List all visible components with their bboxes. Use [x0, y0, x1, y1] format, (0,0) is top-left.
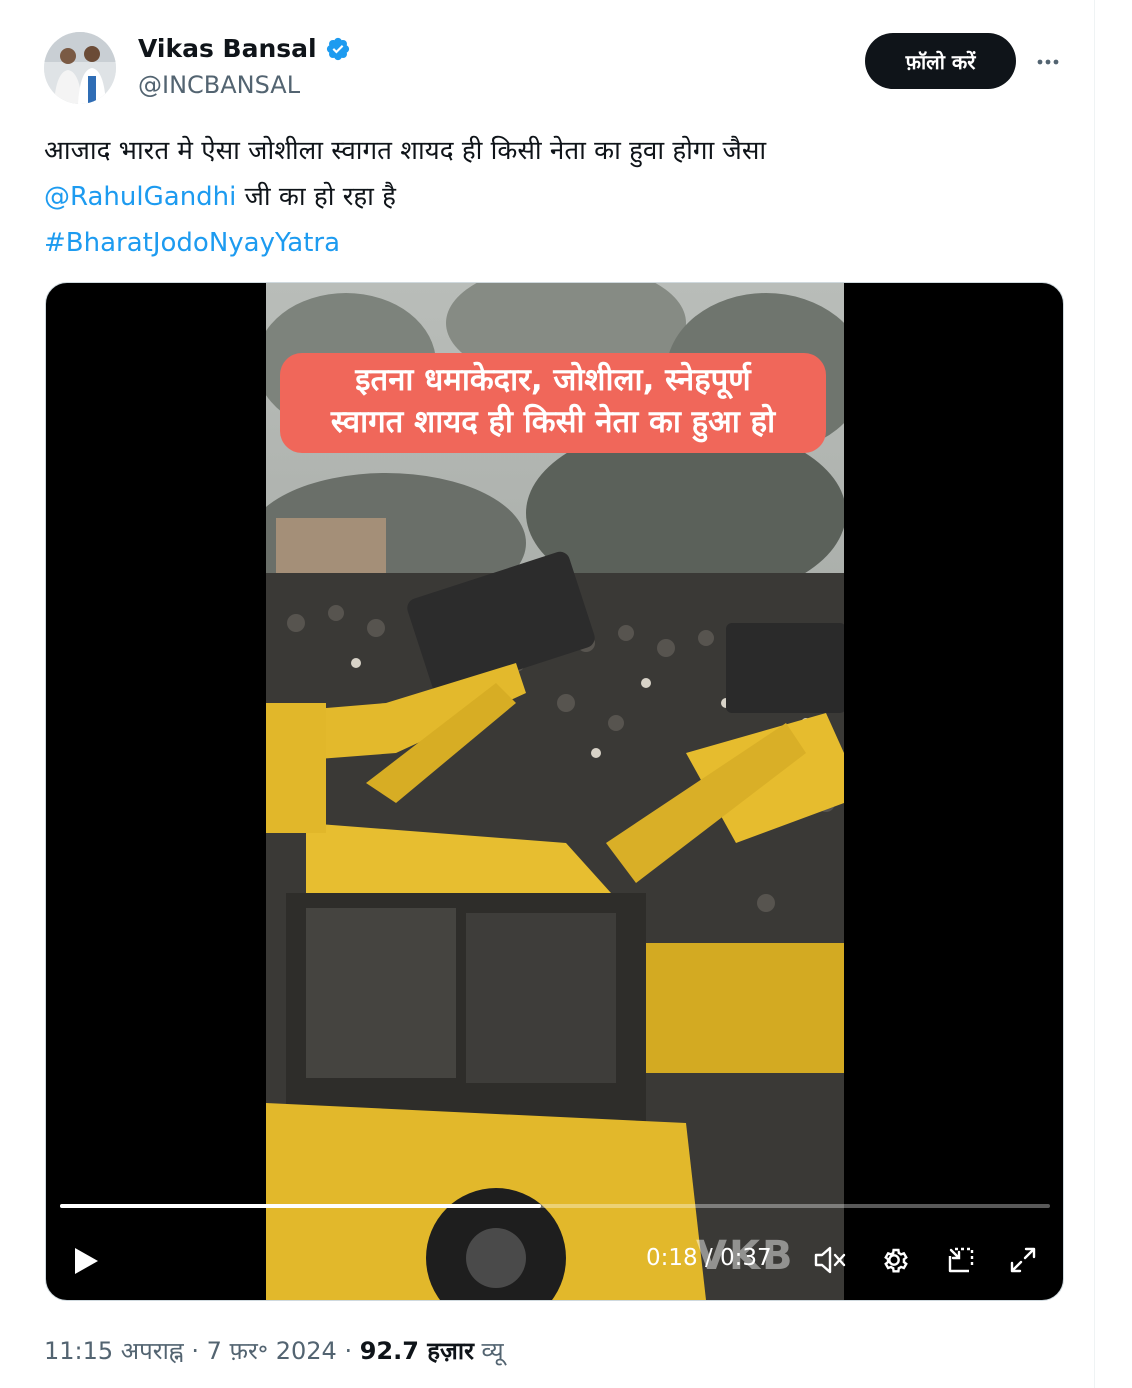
views-count: 92.7 हज़ार: [359, 1337, 474, 1365]
pip-icon: [948, 1247, 974, 1273]
fullscreen-button[interactable]: [1001, 1238, 1045, 1282]
video-caption-text: इतना धमाकेदार, जोशीला, स्नेहपूर्ण स्वागत…: [280, 359, 826, 443]
avatar[interactable]: [44, 32, 116, 104]
play-button[interactable]: [64, 1239, 108, 1283]
more-dots-icon: [1037, 59, 1059, 65]
fullscreen-icon: [1010, 1247, 1036, 1273]
tweet-line-1: आजाद भारत मे ऐसा जोशीला स्वागत शायद ही क…: [44, 136, 767, 166]
picture-in-picture-button[interactable]: [939, 1238, 983, 1282]
author-handle[interactable]: @INCBANSAL: [138, 71, 300, 99]
tweet-card: Vikas Bansal @INCBANSAL फ़ॉलो करें आजाद …: [0, 0, 1095, 1388]
author-name-row[interactable]: Vikas Bansal: [138, 34, 351, 63]
video-frame[interactable]: इतना धमाकेदार, जोशीला, स्नेहपूर्ण स्वागत…: [266, 283, 844, 1300]
meta-separator-1: ·: [191, 1337, 200, 1365]
hashtag-link[interactable]: #BharatJodoNyayYatra: [44, 220, 1054, 266]
more-options-button[interactable]: [1028, 42, 1068, 82]
volume-icon: [814, 1246, 846, 1274]
meta-separator-2: ·: [344, 1337, 353, 1365]
tweet-time[interactable]: 11:15 अपराह्न: [44, 1337, 184, 1365]
caption-line-2: स्वागत शायद ही किसी नेता का हुआ हो: [330, 404, 776, 440]
tweet-line-2-text: जी का हो रहा है: [236, 182, 396, 212]
author-name[interactable]: Vikas Bansal: [138, 34, 317, 63]
settings-icon: [884, 1248, 908, 1273]
tweet-meta: 11:15 अपराह्न · 7 फ़र॰ 2024 · 92.7 हज़ार…: [44, 1334, 504, 1367]
video-progress-fill: [60, 1204, 542, 1208]
verified-badge-icon: [326, 37, 349, 60]
caption-line-1: इतना धमाकेदार, जोशीला, स्नेहपूर्ण: [355, 362, 751, 398]
mention-link[interactable]: @RahulGandhi: [44, 182, 236, 212]
tweet-line-2: @RahulGandhi जी का हो रहा है: [44, 174, 1054, 220]
follow-button[interactable]: फ़ॉलो करें: [865, 33, 1016, 89]
tweet-date[interactable]: 7 फ़र॰ 2024: [207, 1337, 337, 1365]
video-progress-bar[interactable]: [60, 1204, 1050, 1208]
video-player[interactable]: इतना धमाकेदार, जोशीला, स्नेहपूर्ण स्वागत…: [45, 282, 1064, 1301]
settings-button[interactable]: [872, 1238, 916, 1282]
play-icon: [75, 1248, 98, 1274]
views-label: व्यू: [481, 1337, 504, 1365]
tweet-text: आजाद भारत मे ऐसा जोशीला स्वागत शायद ही क…: [44, 128, 1054, 266]
profile-photo: [44, 32, 116, 104]
volume-button[interactable]: [808, 1238, 852, 1282]
video-time: 0:18 / 0:37: [646, 1245, 772, 1271]
